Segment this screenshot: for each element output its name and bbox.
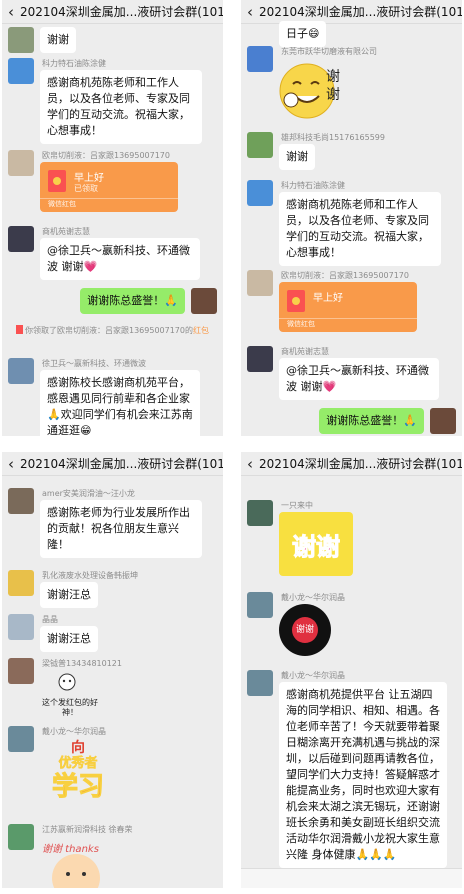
chat-screenshot-2: ‹ 202104深圳金属加...液研讨会群(101) 日子😄 东莞市跃华切磨液有… [241, 0, 462, 436]
avatar[interactable] [247, 670, 273, 696]
sticker-text-line: 向 [71, 740, 85, 756]
message-bubble[interactable]: 日子😄 [279, 21, 327, 47]
red-packet[interactable]: 早上好 微信红包 [279, 282, 417, 332]
avatar[interactable] [8, 150, 34, 176]
avatar[interactable] [8, 58, 34, 84]
my-avatar[interactable] [191, 288, 217, 314]
sender-name: 科力特石油陈涂健 [281, 181, 345, 190]
sender-name: 梁钺普13434810121 [42, 659, 122, 668]
red-packet-link[interactable]: 红包 [193, 326, 209, 335]
emoji-sticker[interactable]: 这个发红包的好神！ [40, 672, 100, 722]
avatar[interactable] [8, 614, 34, 640]
back-arrow-icon[interactable]: ‹ [247, 3, 253, 21]
my-avatar[interactable] [430, 408, 456, 434]
message-bubble[interactable]: @徐卫兵～嬴新科技、环通微波 谢谢💗 [40, 238, 200, 280]
red-packet-icon [48, 170, 66, 192]
chat-title: 202104深圳金属加...液研讨会群(101) [259, 5, 462, 19]
red-packet-status: 已领取 [74, 184, 98, 193]
red-packet-label: 微信红包 [287, 320, 315, 328]
avatar[interactable] [8, 726, 34, 752]
chat-screenshot-4: ‹ 202104深圳金属加...液研讨会群(101) 一只来中 谢谢 戴小龙～华… [241, 452, 462, 888]
sticker-figure-icon [58, 673, 76, 691]
emoji-sticker[interactable]: 谢谢 [279, 604, 331, 656]
chat-title: 202104深圳金属加...液研讨会群(101) [259, 457, 462, 471]
red-packet-title: 早上好 [74, 173, 104, 184]
my-message-bubble[interactable]: 谢谢陈总盛誉！🙏 [80, 288, 185, 314]
avatar[interactable] [8, 570, 34, 596]
message-bubble[interactable]: 感谢商机苑陈老师和工作人员，以及各位老师、专家及同学们的互动交流。祝福大家，心想… [40, 70, 202, 144]
message-bubble[interactable]: 谢谢 [279, 144, 315, 170]
chat-title: 202104深圳金属加...液研讨会群(101) [20, 5, 223, 19]
sticker-text: 谢谢 [292, 532, 341, 561]
sender-name: 戴小龙～华尔润晶 [281, 593, 345, 602]
avatar[interactable] [8, 226, 34, 252]
chat-header: ‹ 202104深圳金属加...液研讨会群(101) [2, 0, 223, 24]
avatar[interactable] [247, 270, 273, 296]
chat-screenshot-1: ‹ 202104深圳金属加...液研讨会群(101) 谢谢 科力特石油陈涂健 感… [2, 0, 223, 436]
avatar[interactable] [8, 27, 34, 53]
avatar[interactable] [247, 592, 273, 618]
avatar[interactable] [8, 824, 34, 850]
emoji-sticker[interactable]: 谢谢 thanks [40, 838, 112, 888]
emoji-sticker[interactable]: 谢谢 [279, 512, 353, 576]
chat-input-bar[interactable] [241, 868, 462, 888]
sender-name: 乳化液废水处理设备韩振坤 [42, 571, 138, 580]
chat-header: ‹ 202104深圳金属加...液研讨会群(101) [241, 452, 462, 476]
avatar[interactable] [8, 358, 34, 384]
sender-name: 雄邦科技毛尚15176165599 [281, 133, 385, 142]
sender-name: amer安美润滑油～汪小龙 [42, 489, 135, 498]
my-message-bubble[interactable]: 谢谢陈总盛誉！🙏 [319, 408, 424, 434]
message-bubble[interactable]: 谢谢汪总 [40, 582, 98, 608]
red-packet-label: 微信红包 [48, 200, 76, 208]
avatar[interactable] [247, 180, 273, 206]
message-bubble[interactable]: 谢谢 [40, 27, 76, 53]
red-packet-icon [16, 325, 23, 334]
avatar[interactable] [8, 488, 34, 514]
message-bubble[interactable]: 感谢商机苑提供平台 让五湖四海的同学相识、相知、相遇。各位老师辛苦了！今天就要带… [279, 682, 447, 868]
chat-title: 202104深圳金属加...液研讨会群(101) [20, 457, 223, 471]
red-packet-title: 早上好 [313, 293, 343, 304]
chat-screenshot-3: ‹ 202104深圳金属加...液研讨会群(101) amer安美润滑油～汪小龙… [2, 452, 223, 888]
sticker-text: 谢谢 [326, 69, 340, 103]
back-arrow-icon[interactable]: ‹ [8, 455, 14, 473]
sender-name: 东莞市跃华切磨液有限公司 [281, 47, 377, 56]
message-bubble[interactable]: @徐卫兵～嬴新科技、环通微波 谢谢💗 [279, 358, 439, 400]
system-notice-text: 你领取了欧帛切削液：吕家跟13695007170的 [25, 326, 193, 335]
sticker-text-line: 优秀者 [58, 756, 98, 772]
chat-header: ‹ 202104深圳金属加...液研讨会群(101) [2, 452, 223, 476]
back-arrow-icon[interactable]: ‹ [8, 3, 14, 21]
sender-name: 欧帛切削液：吕家跟13695007170 [42, 151, 170, 160]
avatar[interactable] [8, 658, 34, 684]
sender-name: 科力特石油陈涂健 [42, 59, 106, 68]
system-notice: 你领取了欧帛切削液：吕家跟13695007170的红包 [2, 325, 223, 336]
sender-name: 一只来中 [281, 501, 313, 510]
sticker-caption: 这个发红包的好神！ [42, 698, 98, 717]
emoji-sticker[interactable]: 向 优秀者 学习 [40, 740, 116, 810]
sticker-text-line: 学习 [51, 772, 104, 803]
sender-name: 徐卫兵～嬴新科技、环通微波 [42, 359, 146, 368]
avatar[interactable] [247, 346, 273, 372]
sender-name: 欧帛切削液：吕家跟13695007170 [281, 271, 409, 280]
red-packet[interactable]: 早上好 已领取 微信红包 [40, 162, 178, 212]
sender-name: 戴小龙～华尔润晶 [281, 671, 345, 680]
sticker-text: 谢谢 thanks [42, 844, 99, 855]
avatar[interactable] [247, 46, 273, 72]
message-bubble[interactable]: 谢谢汪总 [40, 626, 98, 652]
sticker-text: 谢谢 [292, 617, 318, 643]
message-bubble[interactable]: 感谢陈校长感谢商机苑平台，感恩遇见同行前辈和各企业家🙏欢迎同学们有机会来江苏南通… [40, 370, 200, 436]
sender-name: 商机苑谢志慧 [281, 347, 329, 356]
avatar[interactable] [247, 500, 273, 526]
message-bubble[interactable]: 感谢商机苑陈老师和工作人员，以及各位老师、专家及同学们的互动交流。祝福大家，心想… [279, 192, 441, 266]
sender-name: 商机苑谢志慧 [42, 227, 90, 236]
sender-name: 晶晶 [42, 615, 58, 624]
chat-header: ‹ 202104深圳金属加...液研讨会群(101) [241, 0, 462, 24]
avatar[interactable] [247, 132, 273, 158]
message-bubble[interactable]: 感谢陈老师为行业发展所作出的贡献！祝各位朋友生意兴隆！ [40, 500, 202, 558]
sender-name: 江苏嬴新润滑科技 徐春荣 [42, 825, 133, 834]
red-packet-icon [287, 290, 305, 312]
back-arrow-icon[interactable]: ‹ [247, 455, 253, 473]
emoji-sticker[interactable]: 谢谢 [279, 60, 349, 122]
sender-name: 戴小龙～华尔润晶 [42, 727, 106, 736]
